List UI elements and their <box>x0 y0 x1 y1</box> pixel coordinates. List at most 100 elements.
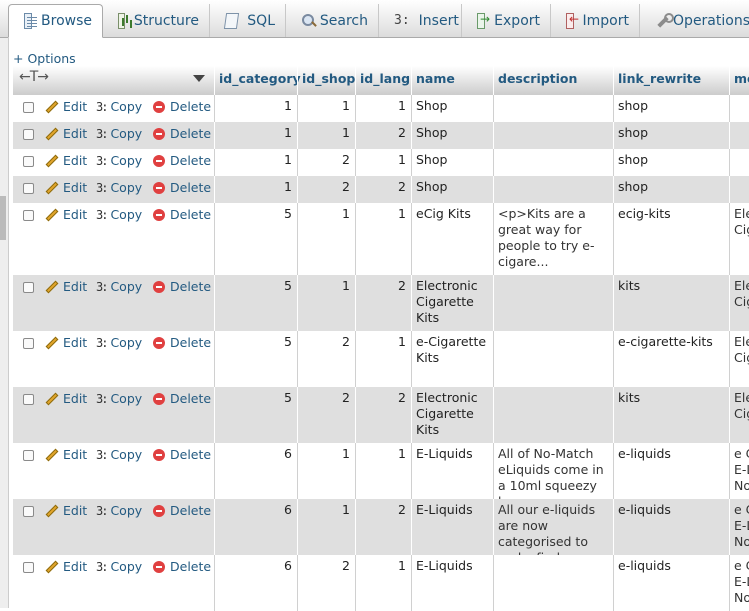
copy-button[interactable]: 3: Copy <box>96 180 142 195</box>
action-label: Copy <box>110 391 143 406</box>
cell-link-rewrite: e-liquids <box>613 443 729 499</box>
table-body: Edit 3: Copy Delete 1 1 1 Shop shop Edit 3: Copy Del… <box>13 95 749 611</box>
column-header-name[interactable]: name <box>411 66 493 95</box>
row-checkbox[interactable] <box>23 450 34 461</box>
tab-browse[interactable]: Browse <box>8 4 103 38</box>
row-checkbox[interactable] <box>23 338 34 349</box>
tab-sql[interactable]: SQL <box>210 4 286 37</box>
edit-button[interactable]: Edit <box>45 503 87 518</box>
edit-button[interactable]: Edit <box>45 447 87 462</box>
column-header-description[interactable]: description <box>493 66 613 95</box>
row-checkbox[interactable] <box>23 183 34 194</box>
column-header-meta-title[interactable]: me <box>729 66 749 95</box>
edit-button[interactable]: Edit <box>45 153 87 168</box>
left-panel-edge <box>0 0 9 608</box>
copy-button[interactable]: 3: Copy <box>96 279 142 294</box>
column-header-id-category[interactable]: id_category <box>214 66 301 95</box>
row-checkbox[interactable] <box>23 102 34 113</box>
tab-export[interactable]: Export <box>462 4 551 37</box>
tab-insert[interactable]: 3: Insert <box>379 4 462 37</box>
cell-description: All of No-Match eLiquids come in a 10ml … <box>493 443 613 499</box>
tab-structure[interactable]: Structure <box>103 4 210 37</box>
delete-button[interactable]: Delete <box>153 126 211 141</box>
delete-icon <box>153 561 165 573</box>
row-checkbox[interactable] <box>23 210 34 221</box>
copy-button[interactable]: 3: Copy <box>96 153 142 168</box>
copy-button[interactable]: 3: Copy <box>96 335 142 350</box>
action-label: Copy <box>110 180 143 195</box>
column-header-id-shop[interactable]: id_shop <box>297 66 355 95</box>
delete-button[interactable]: Delete <box>153 279 211 294</box>
delete-button[interactable]: Delete <box>153 335 211 350</box>
delete-icon <box>153 182 165 194</box>
table-row: Edit 3: Copy Delete 5 2 2 Electronic Cigarette … <box>13 387 749 443</box>
delete-button[interactable]: Delete <box>153 447 211 462</box>
copy-icon: 3: <box>96 100 109 114</box>
copy-button[interactable]: 3: Copy <box>96 99 142 114</box>
action-label: Edit <box>63 391 88 406</box>
edit-button[interactable]: Edit <box>45 99 87 114</box>
column-header-link-rewrite[interactable]: link_rewrite <box>613 66 729 95</box>
tab-search[interactable]: Search <box>286 4 379 37</box>
table-row: Edit 3: Copy Delete 1 1 2 Shop shop <box>13 122 749 149</box>
cell-meta <box>729 95 749 122</box>
delete-button[interactable]: Delete <box>153 391 211 406</box>
edit-button[interactable]: Edit <box>45 559 87 574</box>
wrench-icon <box>655 12 675 29</box>
options-toggle-link[interactable]: + Options <box>13 51 76 66</box>
panel-resize-handle[interactable] <box>0 196 6 240</box>
copy-button[interactable]: 3: Copy <box>96 391 142 406</box>
copy-icon: 3: <box>96 154 109 168</box>
cell-description <box>493 122 613 149</box>
row-checkbox[interactable] <box>23 156 34 167</box>
delete-button[interactable]: Delete <box>153 153 211 168</box>
cell-id-category: 1 <box>214 95 297 122</box>
tab-label: Search <box>319 12 368 29</box>
action-label: Copy <box>110 207 143 222</box>
copy-button[interactable]: 3: Copy <box>96 447 142 462</box>
edit-button[interactable]: Edit <box>45 279 87 294</box>
edit-button[interactable]: Edit <box>45 207 87 222</box>
copy-button[interactable]: 3: Copy <box>96 559 142 574</box>
copy-icon: 3: <box>96 181 109 195</box>
pencil-icon <box>45 208 59 221</box>
cell-name: Electronic Cigarette Kits <box>411 275 493 331</box>
pencil-icon <box>45 392 59 405</box>
copy-icon: 3: <box>96 336 109 350</box>
row-checkbox[interactable] <box>23 506 34 517</box>
cell-description <box>493 331 613 387</box>
sort-dropdown-icon[interactable] <box>193 75 205 82</box>
delete-button[interactable]: Delete <box>153 99 211 114</box>
delete-button[interactable]: Delete <box>153 559 211 574</box>
cell-id-shop: 2 <box>297 555 355 611</box>
delete-button[interactable]: Delete <box>153 180 211 195</box>
row-checkbox[interactable] <box>23 129 34 140</box>
edit-button[interactable]: Edit <box>45 180 87 195</box>
copy-icon: 3: <box>96 560 109 574</box>
row-checkbox[interactable] <box>23 282 34 293</box>
sql-icon <box>223 12 240 29</box>
delete-icon <box>153 449 165 461</box>
copy-button[interactable]: 3: Copy <box>96 503 142 518</box>
pencil-icon <box>45 504 59 517</box>
edit-button[interactable]: Edit <box>45 335 87 350</box>
tab-operations[interactable]: Operations <box>640 4 749 37</box>
tab-import[interactable]: Import <box>551 4 640 37</box>
delete-button[interactable]: Delete <box>153 207 211 222</box>
cell-id-lang: 2 <box>355 387 411 443</box>
row-checkbox[interactable] <box>23 394 34 405</box>
edit-button[interactable]: Edit <box>45 126 87 141</box>
delete-icon <box>153 281 165 293</box>
delete-icon <box>153 337 165 349</box>
action-label: Edit <box>63 180 88 195</box>
column-header-id-lang[interactable]: id_lang <box>355 66 411 95</box>
copy-button[interactable]: 3: Copy <box>96 126 142 141</box>
copy-button[interactable]: 3: Copy <box>96 207 142 222</box>
delete-button[interactable]: Delete <box>153 503 211 518</box>
action-label: Delete <box>170 559 212 574</box>
row-checkbox[interactable] <box>23 562 34 573</box>
action-label: Copy <box>110 447 143 462</box>
column-arrows[interactable]: ←T→ <box>19 69 49 85</box>
edit-button[interactable]: Edit <box>45 391 87 406</box>
import-icon <box>566 12 578 29</box>
